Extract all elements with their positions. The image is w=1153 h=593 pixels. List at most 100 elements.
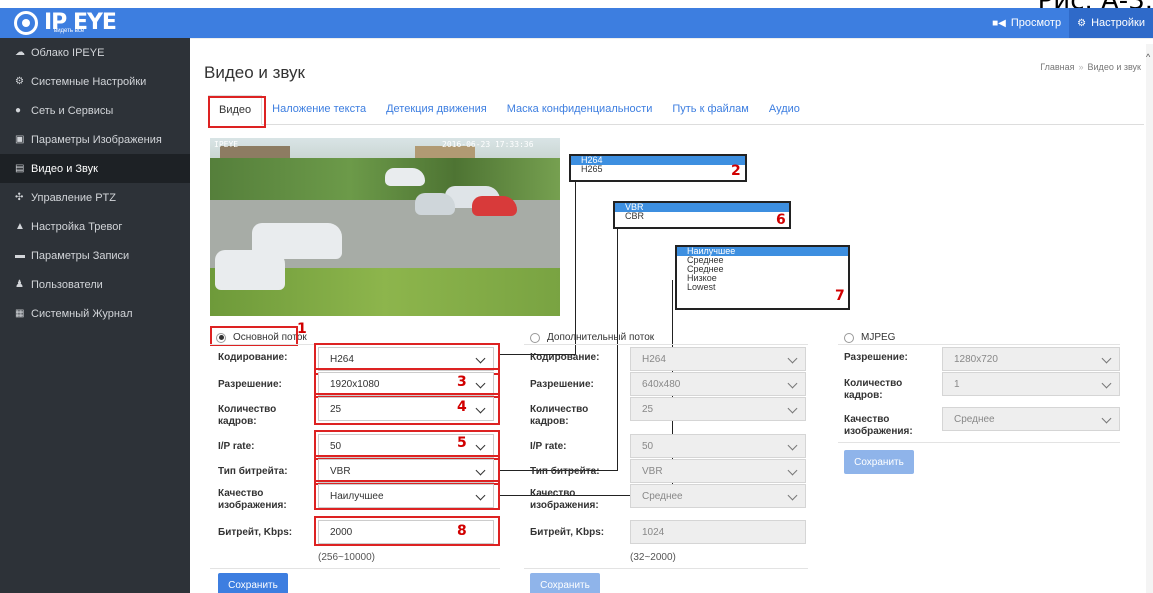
- chevron-down-icon: [1101, 413, 1112, 424]
- chevron-down-icon: [787, 403, 798, 414]
- breadcrumb-home[interactable]: Главная: [1040, 62, 1074, 72]
- sidebar-item-label: Настройка Тревог: [31, 220, 123, 233]
- annotation-2: 2: [731, 163, 741, 179]
- annotation-3: 3: [457, 374, 467, 390]
- tabs-bar: Видео Наложение текста Детекция движения…: [208, 95, 1144, 125]
- sub-bitrate-type-select[interactable]: VBR: [630, 459, 806, 483]
- page-root: Рис. А-3. IP EYE видеть все ■◀ Просмотр …: [0, 0, 1153, 593]
- main-save-button[interactable]: Сохранить: [218, 573, 288, 593]
- sub-fps-select[interactable]: 25: [630, 397, 806, 421]
- dropdown-option[interactable]: Lowest: [677, 283, 848, 292]
- sidebar-item-label: Облако IPEYE: [31, 46, 105, 59]
- tab-audio[interactable]: Аудио: [759, 103, 810, 124]
- main-encoding-label: Кодирование:: [218, 352, 288, 363]
- picture-icon: ▣: [15, 134, 25, 145]
- gears-icon: ⚙: [15, 76, 24, 87]
- sidebar-item-cloud[interactable]: ☁ Облако IPEYE: [0, 38, 190, 67]
- sub-bitrate-range: (32~2000): [630, 552, 676, 563]
- main-resolution-label: Разрешение:: [218, 379, 282, 390]
- sidebar-item-record[interactable]: ▬ Параметры Записи: [0, 241, 190, 270]
- codec-dropdown-list[interactable]: H264 H265: [569, 154, 747, 182]
- annotation-7: 7: [835, 288, 845, 304]
- chevron-down-icon: [787, 490, 798, 501]
- annotation-4: 4: [457, 399, 467, 415]
- view-label: Просмотр: [1010, 17, 1062, 29]
- sidebar-item-label: Параметры Записи: [31, 249, 130, 262]
- header-nav: ■◀ Просмотр ⚙ Настройки: [984, 8, 1153, 38]
- sidebar-item-image[interactable]: ▣ Параметры Изображения: [0, 125, 190, 154]
- video-sound-icon: ▤: [15, 163, 25, 174]
- page-title: Видео и звук: [204, 63, 305, 82]
- sub-resolution-select[interactable]: 640x480: [630, 372, 806, 396]
- settings-label: Настройки: [1091, 17, 1145, 29]
- top-header: IP EYE видеть все ■◀ Просмотр ⚙ Настройк…: [0, 8, 1153, 38]
- users-icon: ♟: [15, 279, 24, 290]
- sub-stream-radio[interactable]: Дополнительный поток: [530, 332, 654, 343]
- sidebar-item-video-sound[interactable]: ▤ Видео и Звук: [0, 154, 190, 183]
- main-fps-label: Количество кадров:: [218, 404, 277, 427]
- sub-bitrate-label: Битрейт, Kbps:: [530, 527, 605, 538]
- gears-icon: ⚙: [1077, 17, 1087, 29]
- sub-quality-select[interactable]: Среднее: [630, 484, 806, 508]
- sidebar-item-users[interactable]: ♟ Пользователи: [0, 270, 190, 299]
- annotation-box: [314, 480, 500, 510]
- annotation-box: [208, 96, 266, 128]
- main-content: Видео и звук Главная» Видео и звук Видео …: [190, 38, 1153, 593]
- sidebar-item-ptz[interactable]: ✣ Управление PTZ: [0, 183, 190, 212]
- sidebar-item-system[interactable]: ⚙ Системные Настройки: [0, 67, 190, 96]
- sub-quality-label: Качество изображения:: [530, 488, 599, 511]
- mjpeg-fps-select[interactable]: 1: [942, 372, 1120, 396]
- logo[interactable]: IP EYE видеть все: [14, 10, 117, 36]
- view-button[interactable]: ■◀ Просмотр: [984, 8, 1069, 38]
- dropdown-option[interactable]: H265: [571, 165, 745, 174]
- main-bitrate-range: (256~10000): [318, 552, 375, 563]
- main-bitrate-label: Битрейт, Kbps:: [218, 527, 293, 538]
- sidebar-item-label: Пользователи: [31, 278, 103, 291]
- sidebar-item-label: Сеть и Сервисы: [31, 104, 114, 117]
- sidebar-item-log[interactable]: ▦ Системный Журнал: [0, 299, 190, 328]
- scroll-up-icon[interactable]: ^: [1146, 52, 1150, 62]
- sidebar-item-label: Системные Настройки: [31, 75, 147, 88]
- annotation-box: [314, 516, 500, 546]
- annotation-6: 6: [776, 212, 786, 228]
- camera-osd-datetime: 2016-06-23 17:33:36: [442, 140, 534, 149]
- sub-save-button[interactable]: Сохранить: [530, 573, 600, 593]
- camera-osd-name: IPEYE: [214, 140, 239, 149]
- sidebar-item-network[interactable]: ● Сеть и Сервисы: [0, 96, 190, 125]
- mjpeg-quality-select[interactable]: Среднее: [942, 407, 1120, 431]
- quality-dropdown-list[interactable]: Наилучшее Среднее Среднее Низкое Lowest: [675, 245, 850, 310]
- chevron-down-icon: [787, 353, 798, 364]
- breadcrumb: Главная» Видео и звук: [1040, 62, 1141, 72]
- sub-stream-title: Дополнительный поток: [547, 332, 655, 343]
- alarm-icon: ▲: [15, 221, 25, 232]
- camera-icon: ■◀: [992, 17, 1006, 29]
- tab-motion-detection[interactable]: Детекция движения: [376, 103, 497, 124]
- radio-unchecked-icon: [530, 332, 540, 343]
- sidebar-item-label: Видео и Звук: [31, 162, 98, 175]
- main-quality-label: Качество изображения:: [218, 488, 287, 511]
- mjpeg-save-button[interactable]: Сохранить: [844, 450, 914, 474]
- mjpeg-resolution-select[interactable]: 1280x720: [942, 347, 1120, 371]
- camera-preview: IPEYE 2016-06-23 17:33:36: [210, 138, 560, 316]
- settings-button[interactable]: ⚙ Настройки: [1069, 8, 1153, 38]
- sidebar-item-alarms[interactable]: ▲ Настройка Тревог: [0, 212, 190, 241]
- tab-text-overlay[interactable]: Наложение текста: [262, 103, 376, 124]
- sidebar-item-label: Параметры Изображения: [31, 133, 162, 146]
- globe-icon: ●: [15, 105, 22, 116]
- chevron-down-icon: [1101, 353, 1112, 364]
- cloud-icon: ☁: [15, 47, 25, 58]
- mjpeg-radio[interactable]: MJPEG: [844, 332, 895, 343]
- mjpeg-quality-label: Качество изображения:: [844, 414, 913, 437]
- eye-logo-icon: [14, 11, 38, 35]
- page-scrollbar[interactable]: [1146, 44, 1153, 593]
- sub-bitrate-input[interactable]: 1024: [630, 520, 806, 544]
- bitrate-type-dropdown-list[interactable]: VBR CBR: [613, 201, 791, 229]
- tab-privacy-mask[interactable]: Маска конфиденциальности: [497, 103, 663, 124]
- tab-file-path[interactable]: Путь к файлам: [662, 103, 759, 124]
- sub-ip-rate-label: I/P rate:: [530, 441, 567, 452]
- sub-ip-rate-select[interactable]: 50: [630, 434, 806, 458]
- annotation-box: [210, 326, 298, 346]
- mjpeg-title: MJPEG: [861, 332, 896, 343]
- sub-encoding-select[interactable]: H264: [630, 347, 806, 371]
- dropdown-option[interactable]: CBR: [615, 212, 789, 221]
